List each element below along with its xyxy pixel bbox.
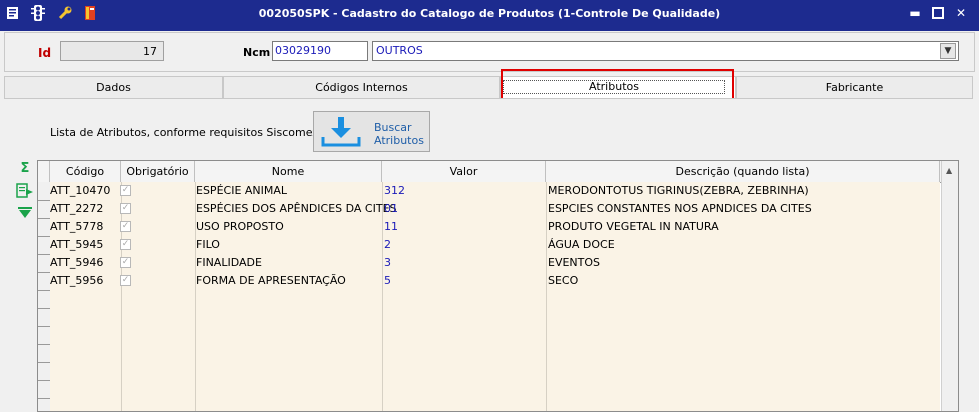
column-header-codigo[interactable]: Código xyxy=(50,161,121,182)
table-row[interactable]: ATT_5945 ✓ FILO 2 ÁGUA DOCE xyxy=(50,236,940,254)
title-bar: 002050SPK - Cadastro do Catalogo de Prod… xyxy=(0,0,979,27)
vertical-scrollbar[interactable]: ▲ xyxy=(941,161,958,411)
cell-nome[interactable]: ESPÉCIES DOS APÊNDICES DA CITES xyxy=(196,200,397,218)
cell-codigo[interactable]: ATT_10470 xyxy=(50,182,110,200)
cell-descricao[interactable]: MERODONTOTUS TIGRINUS(ZEBRA, ZEBRINHA) xyxy=(548,182,809,200)
cell-valor[interactable]: 01 xyxy=(384,200,398,218)
table-row[interactable]: ATT_2272 ✓ ESPÉCIES DOS APÊNDICES DA CIT… xyxy=(50,200,940,218)
cell-valor[interactable]: 5 xyxy=(384,272,391,290)
column-header-obrigatorio[interactable]: Obrigatório xyxy=(121,161,195,182)
cell-nome[interactable]: FILO xyxy=(196,236,220,254)
ncm-label: Ncm xyxy=(243,46,271,59)
cell-nome[interactable]: USO PROPOSTO xyxy=(196,218,284,236)
cell-descricao[interactable]: EVENTOS xyxy=(548,254,600,272)
cell-codigo[interactable]: ATT_2272 xyxy=(50,200,103,218)
cell-descricao[interactable]: SECO xyxy=(548,272,578,290)
cell-nome[interactable]: FINALIDADE xyxy=(196,254,262,272)
fetch-attributes-label: Buscar Atributos xyxy=(374,121,424,147)
title-separator xyxy=(0,27,979,31)
checkbox-obrigatorio[interactable]: ✓ xyxy=(120,239,131,250)
cell-nome[interactable]: ESPÉCIE ANIMAL xyxy=(196,182,287,200)
checkbox-obrigatorio[interactable]: ✓ xyxy=(120,275,131,286)
cell-descricao[interactable]: ÁGUA DOCE xyxy=(548,236,615,254)
sum-icon[interactable]: Σ xyxy=(16,162,34,176)
cell-valor[interactable]: 312 xyxy=(384,182,405,200)
ncm-description-select[interactable]: OUTROS xyxy=(372,41,959,61)
export-icon[interactable] xyxy=(16,183,34,198)
table-row[interactable]: ATT_5956 ✓ FORMA DE APRESENTAÇÃO 5 SECO xyxy=(50,272,940,290)
id-field: 17 xyxy=(60,41,164,61)
cell-valor[interactable]: 2 xyxy=(384,236,391,254)
column-header-valor[interactable]: Valor xyxy=(382,161,546,182)
checkbox-obrigatorio[interactable]: ✓ xyxy=(120,203,131,214)
cell-valor[interactable]: 3 xyxy=(384,254,391,272)
checkbox-obrigatorio[interactable]: ✓ xyxy=(120,221,131,232)
tab-codigos-internos[interactable]: Códigos Internos xyxy=(223,76,500,98)
cell-descricao[interactable]: ESPCIES CONSTANTES NOS APNDICES DA CITES xyxy=(548,200,812,218)
cell-codigo[interactable]: ATT_5778 xyxy=(50,218,103,236)
minimize-icon[interactable]: ▬ xyxy=(907,5,923,21)
filter-down-icon[interactable] xyxy=(16,206,34,220)
table-header: Código Obrigatório Nome Valor Descrição … xyxy=(38,161,958,183)
cell-descricao[interactable]: PRODUTO VEGETAL IN NATURA xyxy=(548,218,719,236)
download-icon xyxy=(319,115,363,152)
chevron-down-icon[interactable]: ▼ xyxy=(940,43,956,59)
header-indicator xyxy=(38,161,50,182)
id-label: Id xyxy=(38,46,52,60)
tab-dados[interactable]: Dados xyxy=(4,76,223,98)
column-header-nome[interactable]: Nome xyxy=(195,161,382,182)
ncm-code-field[interactable]: 03029190 xyxy=(272,41,368,61)
column-header-descricao[interactable]: Descrição (quando lista) xyxy=(546,161,940,182)
tab-bar: Dados Códigos Internos Fabricante xyxy=(4,76,973,98)
restore-icon[interactable] xyxy=(930,5,946,21)
close-icon[interactable]: ✕ xyxy=(953,5,969,21)
checkbox-obrigatorio[interactable]: ✓ xyxy=(120,257,131,268)
cell-valor[interactable]: 11 xyxy=(384,218,398,236)
table-row[interactable]: ATT_5946 ✓ FINALIDADE 3 EVENTOS xyxy=(50,254,940,272)
cell-codigo[interactable]: ATT_5946 xyxy=(50,254,103,272)
cell-codigo[interactable]: ATT_5956 xyxy=(50,272,103,290)
scroll-up-icon[interactable]: ▲ xyxy=(946,166,952,175)
cell-codigo[interactable]: ATT_5945 xyxy=(50,236,103,254)
window-title: 002050SPK - Cadastro do Catalogo de Prod… xyxy=(258,7,721,20)
checkbox-obrigatorio[interactable]: ✓ xyxy=(120,185,131,196)
tab-fabricante[interactable]: Fabricante xyxy=(736,76,973,98)
info-text: Lista de Atributos, conforme requisitos … xyxy=(50,126,319,139)
table-row[interactable]: ATT_10470 ✓ ESPÉCIE ANIMAL 312 MERODONTO… xyxy=(50,182,940,200)
fetch-attributes-button[interactable]: Buscar Atributos xyxy=(313,111,430,152)
attributes-table: Código Obrigatório Nome Valor Descrição … xyxy=(37,160,959,412)
cell-nome[interactable]: FORMA DE APRESENTAÇÃO xyxy=(196,272,346,290)
table-row[interactable]: ATT_5778 ✓ USO PROPOSTO 11 PRODUTO VEGET… xyxy=(50,218,940,236)
